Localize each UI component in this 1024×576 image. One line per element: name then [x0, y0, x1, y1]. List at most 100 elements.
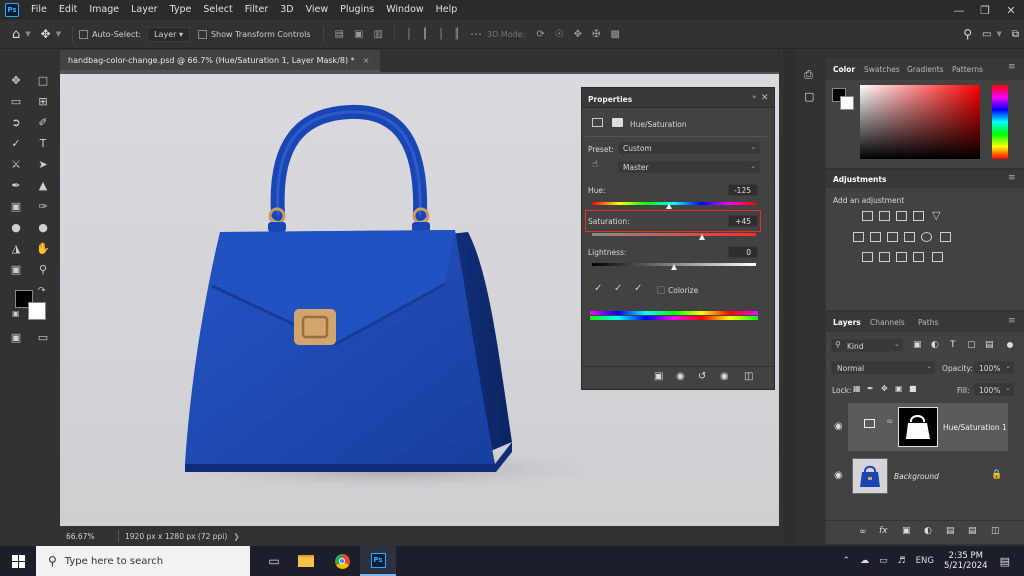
color-lookup-icon[interactable]	[940, 232, 951, 242]
lock-icon[interactable]: 🔒	[991, 470, 1002, 480]
align-right-icon[interactable]: │	[438, 29, 444, 40]
preset-dropdown[interactable]: Custom ⌄	[618, 142, 760, 154]
menu-3d[interactable]: 3D	[274, 0, 299, 20]
invert-icon[interactable]	[862, 252, 873, 262]
eyedropper-minus-icon[interactable]: ✓	[634, 283, 642, 294]
posterize-icon[interactable]	[879, 252, 890, 262]
align-center-icon[interactable]: ┃	[422, 29, 428, 40]
pen-workspace-icon[interactable]: ☁	[860, 556, 869, 566]
hue-slider-handle[interactable]	[666, 203, 672, 209]
filter-type-icon[interactable]: T	[950, 340, 956, 350]
more-options-icon[interactable]: ⋯	[470, 27, 482, 41]
3d-pan-icon[interactable]: ✥	[574, 29, 582, 40]
menu-help[interactable]: Help	[430, 0, 464, 20]
layer-name[interactable]: Background	[894, 472, 939, 481]
lock-transparent-icon[interactable]: ▦	[853, 384, 861, 393]
align-middle-icon[interactable]: ▣	[354, 29, 363, 40]
move-tool-icon[interactable]: ✥	[6, 71, 26, 89]
artboard-tool-icon[interactable]: □	[33, 71, 53, 89]
crop-tool-icon[interactable]: ⊞	[33, 92, 53, 110]
panel-menu-icon[interactable]: ≡	[1008, 173, 1016, 183]
menu-edit[interactable]: Edit	[53, 0, 83, 20]
auto-select-checkbox[interactable]	[79, 29, 89, 39]
eraser-tool-icon[interactable]: ▣	[6, 197, 26, 215]
tab-layers[interactable]: Layers	[833, 318, 861, 327]
distribute-icon[interactable]: ║	[454, 29, 460, 40]
close-icon[interactable]: ✕	[998, 0, 1024, 20]
saturation-input[interactable]: +45	[728, 215, 758, 227]
chrome-icon[interactable]	[324, 546, 360, 576]
targeted-adjust-icon[interactable]: ☝	[592, 159, 598, 170]
shape-tool-icon[interactable]: ▲	[33, 176, 53, 194]
vibrance-icon[interactable]: ▽	[932, 209, 940, 222]
tab-paths[interactable]: Paths	[918, 318, 938, 327]
document-tab[interactable]: handbag-color-change.psd @ 66.7% (Hue/Sa…	[60, 50, 380, 72]
auto-select-dropdown[interactable]: Layer ▾	[147, 26, 190, 42]
channel-mixer-icon[interactable]	[921, 232, 932, 242]
menu-window[interactable]: Window	[380, 0, 429, 20]
menu-type[interactable]: Type	[164, 0, 198, 20]
threshold-icon[interactable]	[896, 252, 907, 262]
mask-icon[interactable]	[612, 118, 623, 127]
hue-strip[interactable]	[992, 85, 1008, 159]
blend-mode-dropdown[interactable]: Normal ⌄	[831, 361, 935, 374]
color-picker-field[interactable]	[860, 85, 980, 159]
task-view-icon[interactable]: ▭	[260, 554, 288, 568]
tab-gradients[interactable]: Gradients	[907, 65, 944, 74]
photo-filter-icon[interactable]	[904, 232, 915, 242]
tab-swatches[interactable]: Swatches	[864, 65, 900, 74]
object-select-icon[interactable]: ▣	[6, 260, 26, 278]
tray-chevron-up-icon[interactable]: ⌃	[843, 556, 851, 566]
eyedropper-icon[interactable]: ✓	[594, 283, 602, 294]
visibility-eye-icon[interactable]: ◉	[834, 421, 843, 432]
eyedropper-tool-icon[interactable]: ✓	[6, 134, 26, 152]
lock-all-icon[interactable]: ■	[909, 384, 917, 393]
layer-row-background[interactable]: Background 🔒	[848, 452, 1008, 500]
3d-roll-icon[interactable]: ☉	[555, 29, 564, 40]
panel-menu-icon[interactable]: ≡	[1008, 62, 1016, 72]
quick-mask-icon[interactable]: ▣	[6, 328, 26, 346]
layer-filter-dropdown[interactable]: ⚲ Kind ⌄	[831, 339, 903, 352]
network-icon[interactable]: ▭	[879, 556, 888, 566]
add-mask-icon[interactable]: ▣	[902, 526, 911, 536]
curves-icon[interactable]	[896, 211, 907, 221]
volume-icon[interactable]: ♬	[898, 556, 906, 566]
align-top-icon[interactable]: ▤	[335, 29, 344, 40]
panel-menu-icon[interactable]: ≡	[1008, 316, 1016, 326]
pen-tool-icon[interactable]: ✑	[33, 197, 53, 215]
3d-rotate-icon[interactable]: ⟳	[536, 29, 544, 40]
menu-plugins[interactable]: Plugins	[334, 0, 380, 20]
clip-to-layer-icon[interactable]: ▣	[654, 371, 663, 382]
saturation-slider-track[interactable]	[592, 233, 756, 236]
layer-name[interactable]: Hue/Saturation 1	[943, 423, 1007, 432]
show-transform-checkbox[interactable]	[197, 29, 207, 39]
filter-smart-object-icon[interactable]: ▤	[985, 340, 994, 350]
reset-icon[interactable]: ↺	[698, 371, 706, 382]
hand-tool-icon[interactable]: ✋	[33, 239, 53, 257]
chevron-down-icon[interactable]: ▼	[25, 30, 30, 38]
gradient-map-icon[interactable]	[913, 252, 924, 262]
exposure-icon[interactable]	[913, 211, 924, 221]
filter-pixel-icon[interactable]: ▣	[913, 340, 922, 350]
search-icon[interactable]: ⚲	[963, 27, 972, 41]
background-color-swatch[interactable]	[840, 96, 854, 110]
file-explorer-icon[interactable]	[288, 546, 324, 576]
background-color-swatch[interactable]	[28, 302, 46, 320]
menu-filter[interactable]: Filter	[239, 0, 275, 20]
close-tab-icon[interactable]: ×	[363, 56, 370, 65]
new-group-icon[interactable]: ▤	[946, 526, 955, 536]
visibility-icon[interactable]: ◉	[720, 371, 729, 382]
type-tool-icon[interactable]: T	[33, 134, 53, 152]
tab-patterns[interactable]: Patterns	[952, 65, 983, 74]
menu-view[interactable]: View	[300, 0, 335, 20]
filter-toggle-icon[interactable]	[1007, 342, 1013, 348]
path-select-icon[interactable]: ➤	[33, 155, 53, 173]
3d-scale-icon[interactable]: ▩	[610, 29, 619, 40]
filter-adjustment-icon[interactable]: ◐	[931, 340, 939, 350]
lock-position-icon[interactable]: ✥	[881, 384, 888, 393]
colorize-checkbox[interactable]	[657, 286, 665, 294]
photoshop-taskbar-icon[interactable]: Ps	[360, 546, 396, 576]
link-icon[interactable]: ∞	[886, 417, 894, 427]
history-icon[interactable]: ⎙	[804, 68, 813, 82]
levels-icon[interactable]	[879, 211, 890, 221]
